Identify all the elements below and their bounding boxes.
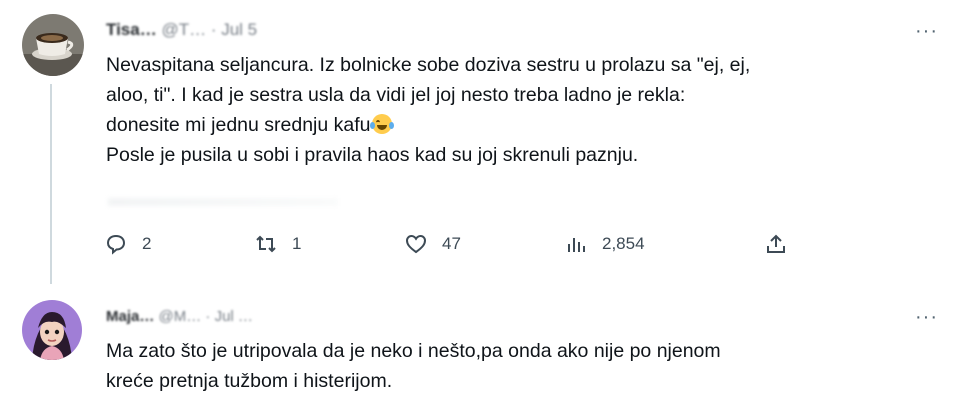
repost-icon bbox=[256, 235, 276, 253]
more-icon[interactable]: ··· bbox=[915, 307, 938, 327]
thread-line bbox=[50, 84, 52, 284]
reply-count: 2 bbox=[142, 234, 152, 253]
tweet-author-name[interactable]: Tisa… bbox=[106, 20, 157, 39]
tweet-header: Tisa… @T… · Jul 5 bbox=[106, 20, 257, 40]
coffee-cup-avatar-image bbox=[22, 14, 84, 76]
share-button[interactable] bbox=[764, 232, 788, 256]
tweet-text-line: Posle je pusila u sobi i pravila haos ka… bbox=[106, 144, 639, 166]
reply-author-name[interactable]: Maja… bbox=[106, 308, 154, 325]
reply-button[interactable]: 2 bbox=[104, 232, 151, 256]
blurred-area bbox=[108, 198, 338, 206]
reply-author-avatar[interactable] bbox=[22, 300, 82, 360]
reply-text: Ma zato što je utripovala da je neko i n… bbox=[106, 336, 721, 396]
repost-count: 1 bbox=[292, 234, 302, 253]
tweet-text: Nevaspitana seljancura. Iz bolnicke sobe… bbox=[106, 50, 750, 170]
reply-author-meta[interactable]: @M… · Jul … bbox=[159, 308, 253, 325]
reply-header: Maja… @M… · Jul … bbox=[106, 308, 253, 325]
views-count: 2,854 bbox=[602, 234, 645, 253]
views-button[interactable]: 2,854 bbox=[564, 232, 645, 256]
tweet[interactable]: Tisa… @T… · Jul 5 ··· Nevaspitana seljan… bbox=[0, 0, 960, 290]
tweet-text-line: aloo, ti". I kad je sestra usla da vidi … bbox=[106, 84, 686, 106]
like-count: 47 bbox=[442, 234, 461, 253]
tweet-actions: 2 1 47 2,854 bbox=[104, 232, 804, 262]
cartoon-girl-avatar-image bbox=[22, 300, 82, 360]
tweet-author-avatar[interactable] bbox=[22, 14, 84, 76]
share-icon bbox=[767, 234, 785, 253]
like-icon bbox=[405, 234, 427, 254]
views-icon bbox=[568, 238, 585, 252]
tweet-author-meta[interactable]: @T… · Jul 5 bbox=[161, 20, 257, 39]
reply-tweet[interactable]: Maja… @M… · Jul … ··· Ma zato što je utr… bbox=[0, 290, 960, 406]
reply-text-line: kreće pretnja tužbom i histerijom. bbox=[106, 370, 393, 392]
tweet-text-line: Nevaspitana seljancura. Iz bolnicke sobe… bbox=[106, 54, 751, 76]
more-icon[interactable]: ··· bbox=[915, 21, 938, 41]
tweet-text-line: donesite mi jednu srednju kafu bbox=[106, 110, 750, 140]
repost-button[interactable]: 1 bbox=[254, 232, 301, 256]
like-button[interactable]: 47 bbox=[404, 232, 461, 256]
reply-icon bbox=[106, 234, 126, 255]
tears-of-joy-emoji-icon bbox=[369, 114, 394, 134]
reply-text-line: Ma zato što je utripovala da je neko i n… bbox=[106, 340, 721, 362]
